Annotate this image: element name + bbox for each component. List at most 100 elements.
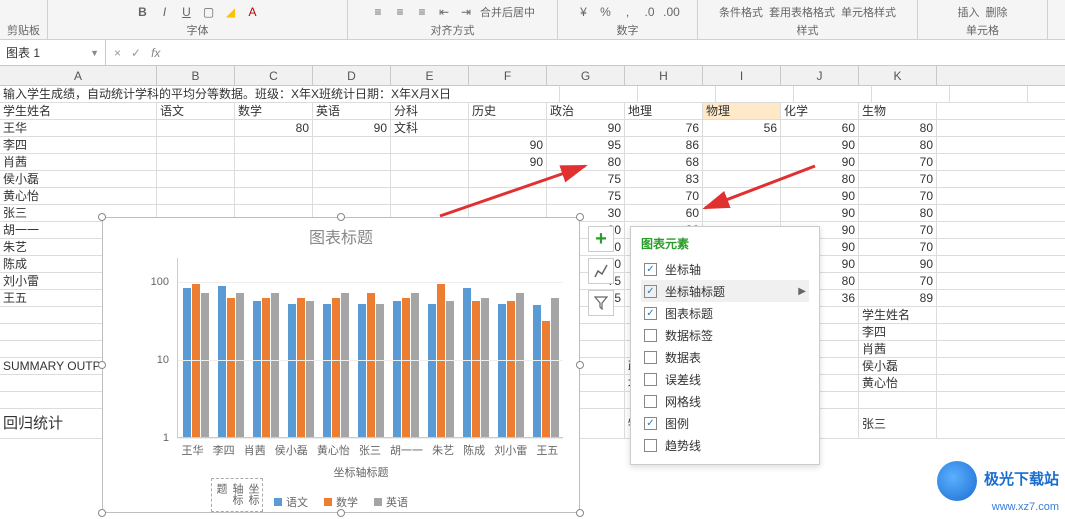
cell[interactable]: 历史 [469, 103, 547, 119]
cell[interactable]: 90 [781, 205, 859, 221]
cell[interactable]: 70 [859, 273, 937, 289]
col-header-G[interactable]: G [547, 66, 625, 85]
indent-inc-icon[interactable]: ⇥ [458, 4, 474, 20]
col-header-A[interactable]: A [0, 66, 157, 85]
cell[interactable]: 黄心怡 [859, 375, 937, 391]
cell[interactable]: 90 [781, 137, 859, 153]
bar[interactable] [463, 288, 471, 437]
cell[interactable]: 75 [547, 188, 625, 204]
cell[interactable] [391, 171, 469, 187]
currency-icon[interactable]: ¥ [576, 4, 592, 20]
popup-item[interactable]: 误差线 [641, 368, 809, 390]
cell[interactable] [157, 137, 235, 153]
cell[interactable] [872, 86, 950, 102]
cell[interactable]: 70 [859, 171, 937, 187]
cell[interactable]: 王华 [0, 120, 157, 136]
bar[interactable] [446, 301, 454, 437]
cell[interactable]: 60 [625, 205, 703, 221]
cell[interactable]: 化学 [781, 103, 859, 119]
cell[interactable]: 70 [625, 188, 703, 204]
popup-item[interactable]: ✓图表标题 [641, 302, 809, 324]
x-axis-title[interactable]: 坐标轴标题 [143, 464, 579, 480]
cell[interactable]: 70 [859, 222, 937, 238]
cell[interactable]: 肖茜 [0, 154, 157, 170]
popup-item[interactable]: 网格线 [641, 390, 809, 412]
fx-icon[interactable]: fx [151, 46, 160, 60]
bar[interactable] [481, 298, 489, 437]
cell[interactable] [313, 188, 391, 204]
merge-button[interactable]: 合并后居中 [480, 4, 535, 20]
align-left-icon[interactable]: ≡ [370, 4, 386, 20]
cell[interactable]: 68 [625, 154, 703, 170]
bar[interactable] [498, 304, 506, 437]
popup-item[interactable]: ✓坐标轴 [641, 258, 809, 280]
bar[interactable] [341, 293, 349, 437]
cancel-formula-icon[interactable]: × [114, 46, 121, 60]
cell[interactable]: 90 [547, 120, 625, 136]
bar[interactable] [271, 293, 279, 437]
name-box-dropdown-icon[interactable]: ▼ [90, 48, 99, 58]
spreadsheet-grid[interactable]: ABCDEFGHIJK 输入学生成绩，自动统计学科的平均分等数据。班级：X年X班… [0, 66, 1065, 439]
cell[interactable] [313, 171, 391, 187]
cell[interactable] [703, 154, 781, 170]
cond-format-button[interactable]: 条件格式 [719, 4, 763, 20]
cell[interactable] [469, 171, 547, 187]
checkbox-icon[interactable] [644, 395, 657, 408]
col-header-B[interactable]: B [157, 66, 235, 85]
dec-dec-icon[interactable]: .00 [664, 4, 680, 20]
cell[interactable] [391, 188, 469, 204]
cell[interactable]: 英语 [313, 103, 391, 119]
cell[interactable]: 张三 [859, 409, 937, 438]
cell[interactable] [313, 137, 391, 153]
cell[interactable]: 语文 [157, 103, 235, 119]
bar[interactable] [533, 305, 541, 437]
cell[interactable]: 76 [625, 120, 703, 136]
chart-elements-button[interactable]: + [588, 226, 614, 252]
cell[interactable]: 90 [781, 188, 859, 204]
bar[interactable] [236, 293, 244, 437]
cell[interactable]: 李四 [0, 137, 157, 153]
bar[interactable] [393, 301, 401, 437]
cell[interactable]: 90 [859, 256, 937, 272]
bar[interactable] [542, 321, 550, 437]
legend-item[interactable]: 英语 [374, 494, 408, 510]
popup-item[interactable]: 数据表 [641, 346, 809, 368]
cell[interactable]: 文科 [391, 120, 469, 136]
bold-button[interactable]: B [135, 4, 151, 20]
cell[interactable] [391, 137, 469, 153]
table-row[interactable]: 黄心怡75709070 [0, 188, 1065, 205]
cell[interactable]: 90 [781, 154, 859, 170]
cell[interactable]: 56 [703, 120, 781, 136]
col-header-K[interactable]: K [859, 66, 937, 85]
legend-item[interactable]: 语文 [274, 494, 308, 510]
cell[interactable]: 70 [859, 154, 937, 170]
checkbox-icon[interactable]: ✓ [644, 307, 657, 320]
cell[interactable] [703, 188, 781, 204]
cell[interactable]: 90 [313, 120, 391, 136]
cell[interactable] [859, 392, 937, 408]
cell-style-button[interactable]: 单元格样式 [841, 4, 896, 20]
border-icon[interactable]: ▢ [201, 4, 217, 20]
checkbox-icon[interactable]: ✓ [644, 263, 657, 276]
bar[interactable] [253, 301, 261, 437]
font-color-icon[interactable]: A [245, 4, 261, 20]
table-row[interactable]: 输入学生成绩，自动统计学科的平均分等数据。班级：X年X班统计日期：X年X月X日 [0, 86, 1065, 103]
col-header-F[interactable]: F [469, 66, 547, 85]
cell[interactable] [560, 86, 638, 102]
cell[interactable]: 侯小磊 [0, 171, 157, 187]
col-header-C[interactable]: C [235, 66, 313, 85]
checkbox-icon[interactable] [644, 439, 657, 452]
percent-icon[interactable]: % [598, 4, 614, 20]
cell[interactable]: 90 [469, 154, 547, 170]
cell[interactable]: 政治 [547, 103, 625, 119]
confirm-formula-icon[interactable]: ✓ [131, 46, 141, 60]
bar[interactable] [218, 286, 226, 437]
chart-styles-button[interactable] [588, 258, 614, 284]
embedded-chart[interactable]: 图表标题 坐标轴标题 110100 王华李四肖茜侯小磊黄心怡张三胡一一朱艺陈成刘… [102, 217, 580, 513]
cell[interactable]: 95 [547, 137, 625, 153]
bar[interactable] [201, 293, 209, 437]
bar[interactable] [376, 304, 384, 437]
checkbox-icon[interactable] [644, 373, 657, 386]
cell[interactable] [391, 154, 469, 170]
cell[interactable]: 数学 [235, 103, 313, 119]
